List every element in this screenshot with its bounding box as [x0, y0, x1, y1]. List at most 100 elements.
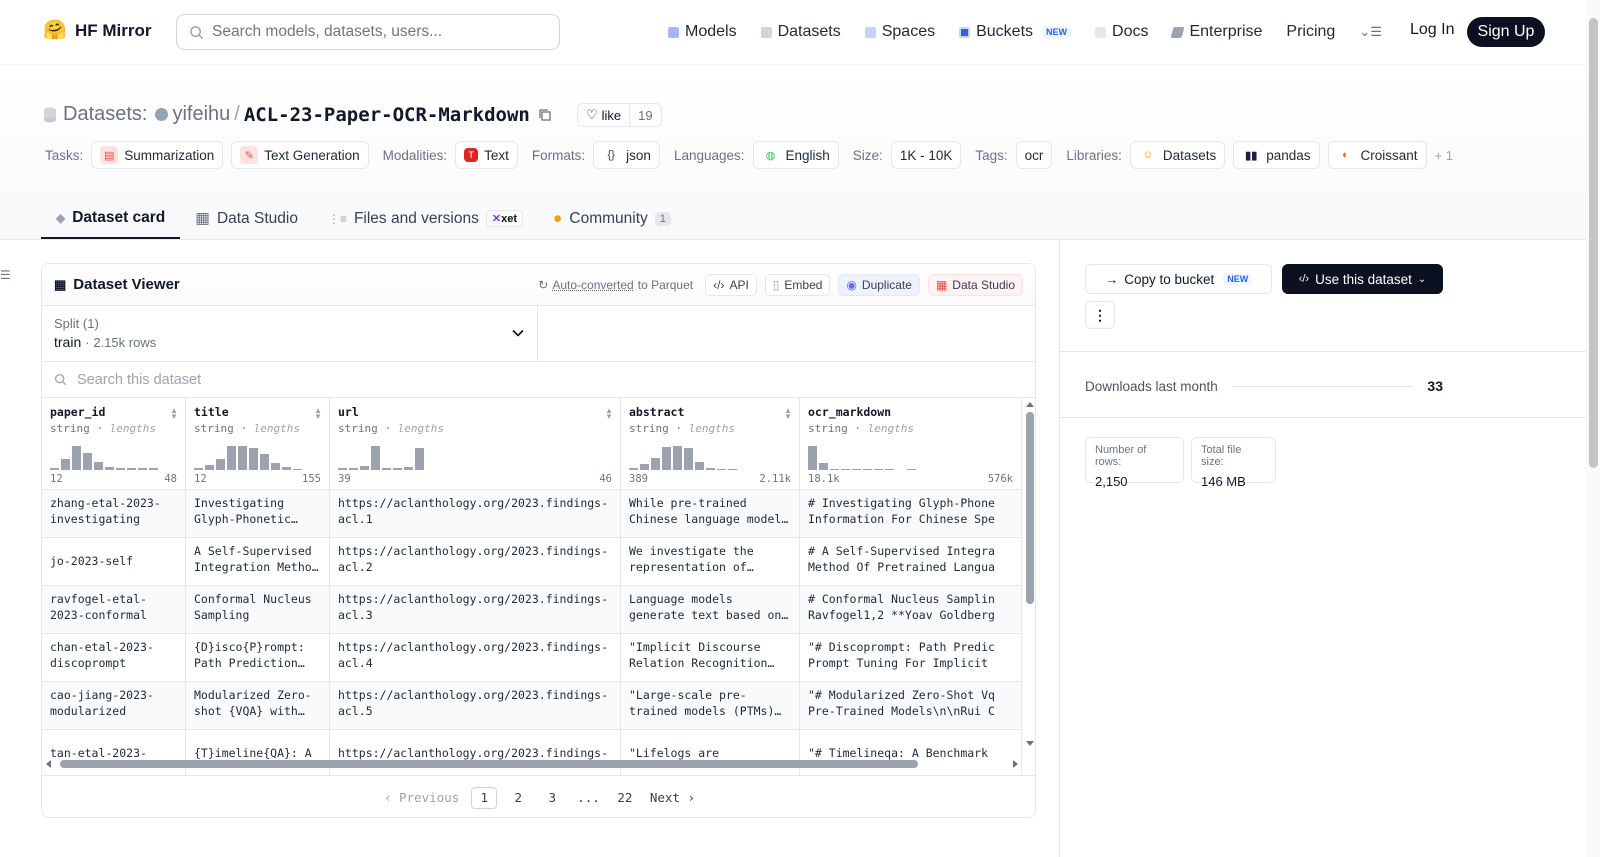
- table-cell[interactable]: cao-jiang-2023- modularized: [42, 682, 185, 730]
- histogram-bar[interactable]: [404, 467, 413, 470]
- histogram-bar[interactable]: [249, 448, 258, 470]
- nav-enterprise[interactable]: Enterprise: [1170, 23, 1262, 41]
- histogram-bar[interactable]: [907, 469, 916, 470]
- data-studio-button[interactable]: ▦ Data Studio: [927, 273, 1023, 296]
- nav-spaces[interactable]: Spaces: [864, 23, 935, 41]
- histogram-bar[interactable]: [194, 468, 203, 470]
- histogram-bar[interactable]: [61, 459, 70, 470]
- table-cell[interactable]: Modularized Zero- shot {VQA} with…: [186, 682, 329, 730]
- sidebar-toggle-icon[interactable]: ☰: [0, 268, 11, 282]
- histogram-bar[interactable]: [852, 469, 861, 470]
- histogram-bar[interactable]: [728, 469, 737, 470]
- search-input[interactable]: [212, 23, 542, 41]
- breadcrumb-section[interactable]: Datasets:: [63, 103, 147, 126]
- page-number-button[interactable]: 1: [471, 786, 498, 809]
- sort-icon[interactable]: ▲ ▼: [784, 407, 792, 421]
- more-menu-icon[interactable]: ⌄☰: [1359, 24, 1382, 40]
- histogram-bar[interactable]: [673, 446, 682, 470]
- tab-data-studio[interactable]: ▦ Data Studio: [180, 198, 313, 239]
- table-cell[interactable]: # Investigating Glyph-Phone Information …: [800, 490, 1021, 538]
- histogram-bar[interactable]: [116, 468, 125, 470]
- tag-text[interactable]: T Text: [455, 141, 518, 169]
- table-cell[interactable]: We investigate the representation of…: [621, 538, 799, 586]
- table-cell[interactable]: https://aclanthology.org/2023.findings- …: [330, 634, 620, 682]
- table-cell[interactable]: zhang-etal-2023- investigating: [42, 490, 185, 538]
- tag-ocr[interactable]: ocr: [1015, 141, 1053, 169]
- histogram-bar[interactable]: [651, 458, 660, 470]
- window-scrollbar-thumb[interactable]: [1589, 18, 1598, 468]
- like-button[interactable]: ♡ like 19: [577, 103, 662, 127]
- histogram-bar[interactable]: [227, 446, 236, 470]
- histogram-bar[interactable]: [629, 468, 638, 470]
- histogram-bar[interactable]: [684, 448, 693, 470]
- histogram-bar[interactable]: [819, 463, 828, 470]
- table-cell[interactable]: https://aclanthology.org/2023.findings- …: [330, 490, 620, 538]
- table-cell[interactable]: While pre-trained Chinese language model…: [621, 490, 799, 538]
- histogram-bar[interactable]: [717, 469, 726, 470]
- histogram-bar[interactable]: [885, 469, 894, 470]
- histogram-bar[interactable]: [360, 466, 369, 470]
- histogram-bar[interactable]: [138, 468, 147, 470]
- table-cell[interactable]: Conformal Nucleus Sampling: [186, 586, 329, 634]
- histogram-bar[interactable]: [149, 468, 158, 470]
- table-cell[interactable]: {D}isco{P}rompt: Path Prediction…: [186, 634, 329, 682]
- sort-icon[interactable]: ▲ ▼: [605, 407, 613, 421]
- sort-icon[interactable]: ▲ ▼: [314, 407, 322, 421]
- table-cell[interactable]: "# Modularized Zero-Shot Vq Pre-Trained …: [800, 682, 1021, 730]
- logo[interactable]: 🤗 HF Mirror: [43, 19, 152, 43]
- histogram-bar[interactable]: [105, 467, 114, 470]
- dataset-name[interactable]: ACL-23-Paper-OCR-Markdown: [244, 104, 530, 126]
- table-cell[interactable]: # Conformal Nucleus Samplin Ravfogel1,2 …: [800, 586, 1021, 634]
- split-selector[interactable]: Split (1) train · 2.15k rows: [42, 306, 538, 361]
- page-number-button[interactable]: 22: [612, 787, 638, 809]
- table-cell[interactable]: ravfogel-etal- 2023-conformal: [42, 586, 185, 634]
- copy-icon[interactable]: [538, 108, 552, 122]
- nav-datasets[interactable]: Datasets: [760, 23, 841, 41]
- page-number-button[interactable]: 3: [539, 787, 565, 809]
- column-header[interactable]: abstract string · lengths ▲ ▼ 389 2.11k: [621, 398, 799, 490]
- table-cell[interactable]: "# Discoprompt: Path Predic Prompt Tunin…: [800, 634, 1021, 682]
- tab-community[interactable]: ● Community 1: [538, 198, 686, 239]
- tab-dataset-card[interactable]: ◆ Dataset card: [41, 198, 181, 239]
- histogram-bar[interactable]: [382, 468, 391, 470]
- api-button[interactable]: ‹/› API: [705, 273, 757, 296]
- histogram-bar[interactable]: [695, 462, 704, 470]
- histogram-bar[interactable]: [863, 469, 872, 470]
- table-cell[interactable]: A Self-Supervised Integration Metho…: [186, 538, 329, 586]
- histogram-bar[interactable]: [83, 453, 92, 470]
- auto-converted-link[interactable]: Auto-converted: [552, 278, 633, 292]
- nav-pricing[interactable]: Pricing: [1286, 23, 1335, 41]
- tag-croissant[interactable]: ◐ Croissant: [1327, 141, 1427, 169]
- table-cell[interactable]: "Large-scale pre- trained models (PTMs)…: [621, 682, 799, 730]
- table-cell[interactable]: https://aclanthology.org/2023.findings- …: [330, 586, 620, 634]
- login-link[interactable]: Log In: [1410, 21, 1454, 39]
- table-cell[interactable]: https://aclanthology.org/2023.findings- …: [330, 538, 620, 586]
- histogram-bar[interactable]: [415, 448, 424, 470]
- tag-json[interactable]: {} json: [593, 141, 660, 169]
- tab-files-and-versions[interactable]: ⋮≡ Files and versions ✕xet: [313, 198, 538, 239]
- histogram-bar[interactable]: [830, 469, 839, 470]
- next-page-button[interactable]: Next ›: [646, 787, 699, 809]
- column-header[interactable]: title string · lengths ▲ ▼ 12 155: [186, 398, 329, 490]
- table-cell[interactable]: https://aclanthology.org/2023.findings- …: [330, 682, 620, 730]
- column-header[interactable]: url string · lengths ▲ ▼ 39 46: [330, 398, 620, 490]
- histogram-bar[interactable]: [706, 468, 715, 470]
- nav-buckets[interactable]: Buckets NEW: [959, 23, 1072, 41]
- more-tags[interactable]: + 1: [1435, 148, 1453, 163]
- column-header[interactable]: ocr_markdown string · lengths 18.1k 576k: [800, 398, 1021, 490]
- tag-datasets-lib[interactable]: ☺ Datasets: [1129, 141, 1226, 169]
- histogram-bar[interactable]: [50, 468, 59, 470]
- histogram-bar[interactable]: [896, 469, 905, 470]
- vertical-scrollbar[interactable]: [1023, 398, 1036, 752]
- tag-text-generation[interactable]: ✎ Text Generation: [231, 141, 369, 169]
- more-options-button[interactable]: ⋮: [1085, 301, 1115, 329]
- histogram-bar[interactable]: [349, 468, 358, 470]
- table-cell[interactable]: # A Self-Supervised Integra Method Of Pr…: [800, 538, 1021, 586]
- nav-models[interactable]: Models: [668, 23, 737, 41]
- histogram-bar[interactable]: [72, 446, 81, 470]
- table-cell[interactable]: Language models generate text based on…: [621, 586, 799, 634]
- histogram-bar[interactable]: [338, 468, 347, 470]
- dataset-search[interactable]: Search this dataset: [42, 362, 1035, 398]
- previous-page-button[interactable]: ‹ Previous: [380, 787, 463, 809]
- histogram-bar[interactable]: [293, 469, 302, 470]
